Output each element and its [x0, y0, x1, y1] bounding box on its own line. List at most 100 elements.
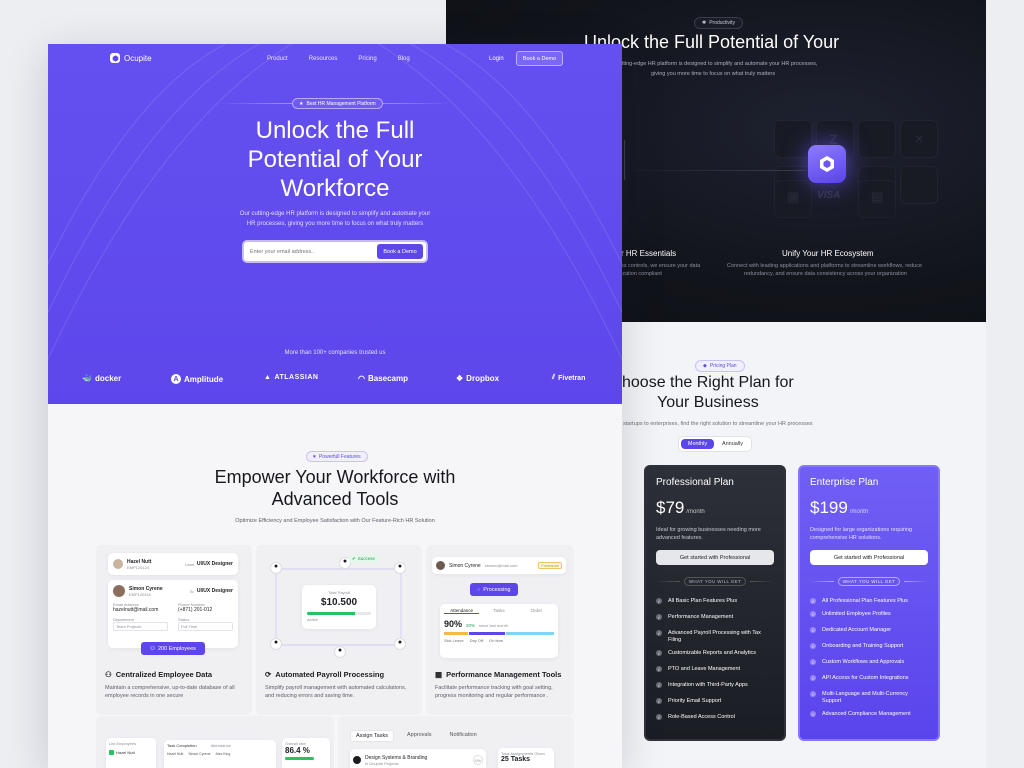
check-circle-icon: ✓	[810, 611, 816, 617]
will-get-divider: WHAT YOU WILL GET	[810, 577, 929, 586]
basecamp-logo: ◠ Basecamp	[358, 374, 408, 383]
features-title: Empower Your Workforce with Advanced Too…	[48, 466, 622, 510]
plan-price: $199/month	[810, 498, 928, 518]
price-period: /month	[849, 509, 869, 515]
payroll-value: $10.500	[320, 597, 358, 608]
docker-logo: 🐳 docker	[82, 374, 121, 383]
tab-order[interactable]: Order	[519, 608, 554, 614]
list-employees-card: List Employees Hazel Nutt	[106, 738, 156, 768]
task-project: in Ocupite Projects	[365, 760, 399, 766]
check-circle-icon: ✓	[810, 598, 816, 604]
users-icon: ⚇	[105, 670, 112, 679]
feature-card-employee-data: Hazel Nutt EMP120124 Lead UI/UX Designer S…	[96, 545, 252, 715]
tab-assign-tasks[interactable]: Assign Tasks	[350, 730, 394, 742]
legend-name: Hazel Nutt	[167, 752, 184, 756]
nav-product[interactable]: Product	[267, 56, 288, 62]
task-percent: 0%	[473, 755, 483, 765]
check-circle-icon: ✓	[656, 598, 662, 604]
app-tile	[900, 166, 938, 204]
plan-feature-text: Customizable Reports and Analytics	[668, 650, 757, 656]
attendance-label: Attendance	[210, 743, 231, 748]
plan-feature-item: ✓ All Professional Plan Features Plus	[810, 598, 928, 605]
app-tile: ✕	[900, 120, 938, 158]
employee-row[interactable]: Simon Cyrene simonc@mail.com Freelance	[432, 557, 566, 574]
get-started-professional-button[interactable]: Get started with Professional	[656, 550, 774, 565]
phone-value: (+871) 201-012	[178, 607, 213, 613]
professional-plan-card: Professional Plan $79/month Ideal for gr…	[644, 465, 786, 741]
login-link[interactable]: Login	[489, 56, 504, 62]
toggle-monthly[interactable]: Monthly	[681, 439, 714, 449]
tab-attendance[interactable]: Attendance	[444, 608, 480, 614]
ocupite-logo-icon	[110, 53, 120, 63]
total-payroll-card: Total Payroll $10.500 Active	[302, 585, 376, 629]
tab-approvals[interactable]: Approvals	[397, 730, 441, 742]
hero-title-line-3: Workforce	[280, 175, 390, 202]
legend-name: Alex King	[215, 752, 231, 756]
delta-label: since last month	[479, 623, 508, 628]
feature-title: Performance Management Tools	[446, 670, 562, 679]
nav-pricing[interactable]: Pricing	[358, 56, 376, 62]
processing-label: Processing	[483, 586, 511, 593]
toggle-annually[interactable]: Annually	[716, 439, 749, 449]
indesign-icon: ▤	[871, 189, 884, 204]
fivetran-logo: ⫽ Fivetran	[552, 374, 585, 382]
plan-feature-item: ✓ Priority Email Support	[656, 698, 774, 705]
tab-tasks[interactable]: Tasks	[481, 608, 516, 614]
atlassian-logo: ▲ ATLASSIAN	[264, 374, 318, 381]
employee-id: EMP120124	[127, 564, 150, 570]
tab-notification[interactable]: Notification	[444, 730, 481, 742]
checkbox-icon[interactable]	[109, 750, 114, 755]
docker-whale-icon: 🐳	[82, 374, 92, 383]
check-circle-icon: ✓	[656, 614, 662, 620]
company-name: docker	[94, 374, 122, 383]
employee-role: UI/UX Designer	[196, 561, 233, 567]
users-icon: ⚇	[150, 645, 155, 652]
feature-left-desc-2: ization compliant	[621, 271, 662, 277]
plan-feature-item: ✓ Unlimited Employee Profiles	[810, 611, 928, 618]
avatar	[113, 585, 125, 597]
feature-title: Automated Payroll Processing	[275, 670, 385, 679]
chart-icon: ▦	[435, 670, 443, 679]
plan-name: Professional Plan	[656, 477, 734, 488]
employee-row[interactable]: Hazel Nutt EMP120124 Lead UI/UX Designer	[108, 553, 238, 575]
plan-feature-text: Unlimited Employee Profiles	[822, 611, 891, 617]
email-input[interactable]	[250, 248, 377, 255]
employee-detail-card[interactable]: Simon Cyrene EMP120118 Sr UI/UX Designer E…	[108, 580, 238, 648]
employee-name: Hazel Nutt	[127, 558, 152, 565]
avatar	[436, 561, 445, 570]
total-value: 25 Tasks	[501, 756, 531, 763]
attendance-percent: 90%	[444, 619, 463, 629]
badge-label: Productivity	[709, 20, 736, 26]
will-get-divider: WHAT YOU WILL GET	[656, 577, 775, 586]
nav-resources[interactable]: Resources	[309, 56, 338, 62]
feature-right-title: Unify Your HR Ecosystem	[782, 249, 874, 258]
will-get-label: WHAT YOU WILL GET	[837, 577, 901, 586]
email-signup-form: Book a Demo	[242, 240, 428, 263]
get-started-enterprise-button[interactable]: Get started with Professional	[810, 550, 928, 565]
plan-feature-text: PTO and Leave Management	[668, 666, 741, 672]
plan-feature-text: Performance Management	[668, 614, 734, 620]
book-demo-hero-button[interactable]: Book a Demo	[377, 244, 423, 259]
plan-feature-item: ✓ Performance Management	[656, 614, 774, 621]
check-circle-icon: ✓	[656, 682, 662, 688]
feature-desc: Simplify payroll management with automat…	[265, 685, 407, 699]
features-badge: ♥ Powerfull Features	[306, 451, 368, 462]
section-subtitle-2: giving you more time to focus on what tr…	[651, 71, 776, 77]
will-get-label: WHAT YOU WILL GET	[683, 577, 747, 586]
price-period: /month	[686, 509, 705, 515]
nav-blog[interactable]: Blog	[398, 56, 410, 62]
brand-logo[interactable]: Ocupite	[110, 53, 152, 63]
list-title: List Employees	[109, 741, 137, 746]
feature-card-performance: Simon Cyrene simonc@mail.com Freelance ◌…	[426, 545, 574, 715]
hero-subtitle-line-2: HR processes, giving you more time to fo…	[246, 221, 424, 227]
task-item[interactable]: Design Systems & Branding in Ocupite Proj…	[350, 749, 486, 768]
plan-feature-text: Advanced Compliance Management	[822, 711, 911, 717]
section-subtitle-1: cutting-edge HR platform is designed to …	[616, 61, 818, 67]
user-avatar-icon: ●	[270, 562, 282, 574]
book-demo-nav-button[interactable]: Book a Demo	[516, 51, 563, 66]
plan-feature-item: ✓ Advanced Payroll Processing with Tax Fi…	[656, 630, 774, 644]
hero-section: Ocupite Product Resources Pricing Blog L…	[48, 44, 622, 404]
pricing-badge: ◆ Pricing Plan	[695, 360, 745, 372]
hero-title-line-1: Unlock the Full	[255, 117, 415, 144]
billing-toggle: Monthly Annually	[678, 436, 752, 452]
